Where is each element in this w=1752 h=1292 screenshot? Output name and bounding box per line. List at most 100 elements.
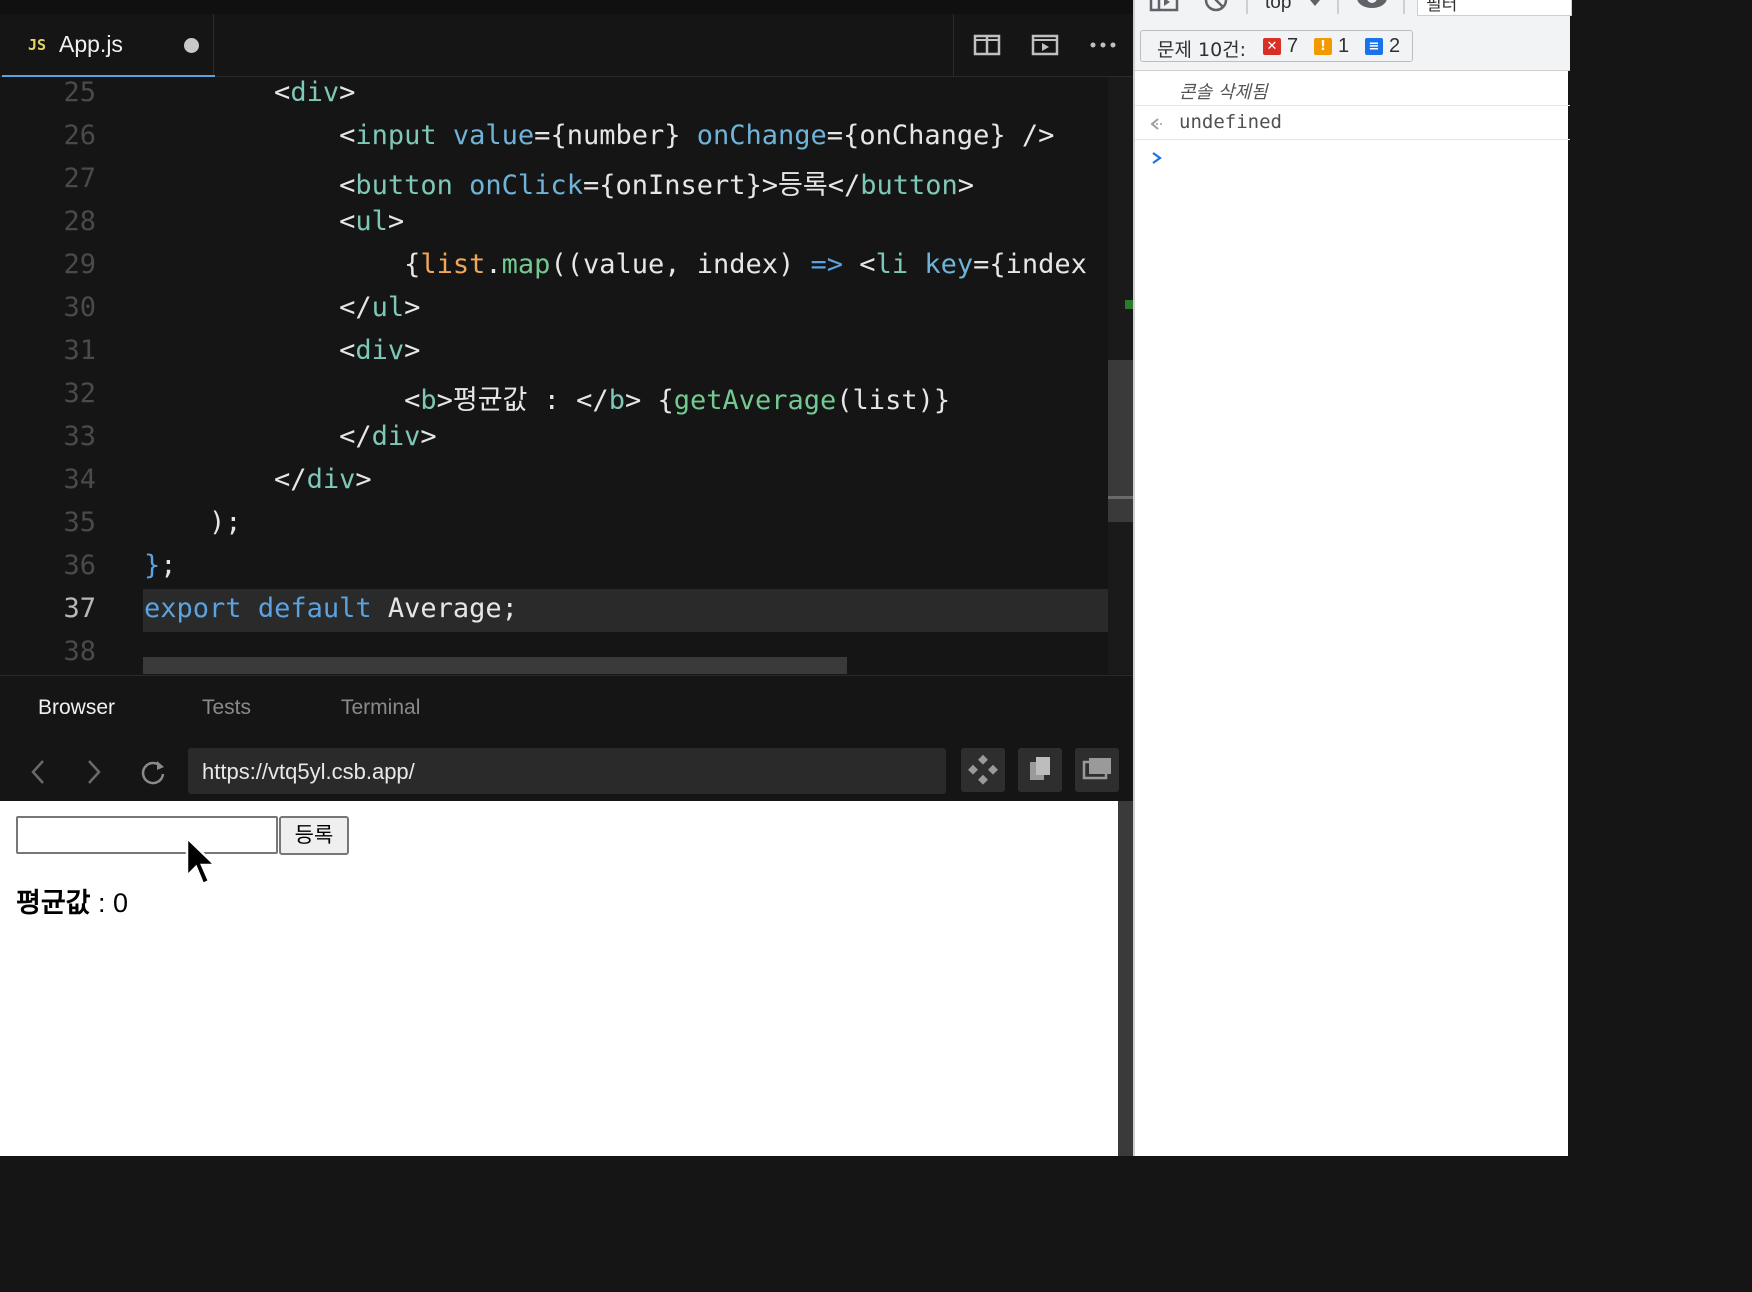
refresh-icon[interactable] bbox=[139, 758, 167, 786]
issues-button[interactable]: 문제 10건: ✕ 7 ! 1 ≡ 2 bbox=[1140, 30, 1413, 62]
console-cleared-row: 콘솔 삭제됨 bbox=[1135, 73, 1570, 106]
average-label: 평균값 bbox=[16, 888, 91, 919]
git-change-marker bbox=[1125, 300, 1133, 309]
split-editor-icon[interactable] bbox=[972, 32, 1002, 58]
average-text: 평균값 : 0 bbox=[16, 881, 128, 920]
devtools-toolbar: top 필터 문제 10건: ✕ 7 ! 1 ≡ 2 bbox=[1135, 0, 1572, 71]
info-count: 2 bbox=[1389, 35, 1401, 57]
code-line[interactable]: 28 <ul> bbox=[0, 202, 1108, 245]
url-text: https://vtq5yl.csb.app/ bbox=[202, 759, 415, 784]
code-text: {list.map((value, index) => <li key={ind… bbox=[404, 249, 1087, 280]
line-number: 31 bbox=[63, 335, 96, 366]
code-text: export default Average; bbox=[144, 593, 518, 624]
preview-icon[interactable] bbox=[1030, 32, 1060, 58]
line-number: 29 bbox=[63, 249, 96, 280]
code-text: </div> bbox=[274, 464, 372, 495]
new-window-icon bbox=[1082, 758, 1111, 780]
code-area[interactable]: 25 <div> 26 <input value={number} onChang… bbox=[0, 77, 1133, 674]
url-bar[interactable]: https://vtq5yl.csb.app/ bbox=[188, 748, 946, 794]
mouse-cursor-icon bbox=[185, 836, 219, 886]
console-cleared-text: 콘솔 삭제됨 bbox=[1179, 82, 1268, 103]
context-selector[interactable]: top bbox=[1265, 0, 1291, 14]
sidebar-toggle-icon[interactable] bbox=[1149, 0, 1179, 14]
bottom-panel: Browser Tests Terminal https://vtq5yl.cs… bbox=[0, 675, 1133, 801]
code-editor-window: JS App.js 25 <div> 26 <input value={numbe… bbox=[0, 0, 1133, 1156]
code-text: </ul> bbox=[339, 292, 421, 323]
warning-count: 1 bbox=[1338, 35, 1350, 57]
toolbar-divider bbox=[1246, 0, 1248, 14]
code-line[interactable]: 26 <input value={number} onChange={onCha… bbox=[0, 116, 1108, 159]
code-line[interactable]: 33 </div> bbox=[0, 417, 1108, 460]
line-number: 27 bbox=[63, 163, 96, 194]
copy-button[interactable] bbox=[1018, 748, 1062, 792]
code-line[interactable]: 29 {list.map((value, index) => <li key={… bbox=[0, 245, 1108, 288]
forward-icon[interactable] bbox=[84, 758, 104, 786]
clear-console-icon[interactable] bbox=[1203, 0, 1229, 14]
error-count: 7 bbox=[1287, 35, 1299, 57]
preview-scrollbar[interactable] bbox=[1118, 801, 1133, 1156]
unsaved-dot-icon[interactable] bbox=[184, 38, 199, 53]
register-button[interactable]: 등록 bbox=[279, 816, 349, 855]
code-text: <button onClick={onInsert}>등록</button> bbox=[339, 170, 975, 201]
line-number: 30 bbox=[63, 292, 96, 323]
filter-text: 필터 bbox=[1426, 0, 1458, 15]
line-number: 25 bbox=[63, 77, 96, 108]
code-text: <ul> bbox=[339, 206, 405, 237]
javascript-file-icon: JS bbox=[28, 36, 47, 54]
code-line[interactable]: 32 <b>평균값 : </b> {getAverage(list)} bbox=[0, 374, 1108, 417]
code-text: }; bbox=[144, 550, 177, 581]
line-number: 26 bbox=[63, 120, 96, 151]
error-icon: ✕ bbox=[1263, 38, 1281, 55]
chevron-down-icon bbox=[1310, 0, 1320, 6]
more-options-icon[interactable] bbox=[1088, 32, 1118, 58]
line-number: 34 bbox=[63, 464, 96, 495]
code-text: <b>평균값 : </b> {getAverage(list)} bbox=[404, 385, 951, 416]
code-text: </div> bbox=[339, 421, 437, 452]
eye-icon[interactable] bbox=[1355, 0, 1389, 12]
open-new-window-button[interactable] bbox=[1075, 748, 1119, 792]
code-line[interactable]: 34 </div> bbox=[0, 460, 1108, 503]
code-line[interactable]: 36}; bbox=[0, 546, 1108, 589]
filter-input[interactable]: 필터 bbox=[1417, 0, 1572, 16]
editor-horizontal-scrollbar[interactable] bbox=[143, 657, 847, 674]
copy-icon bbox=[1030, 757, 1050, 780]
warning-icon: ! bbox=[1314, 38, 1332, 55]
code-line[interactable]: 30 </ul> bbox=[0, 288, 1108, 331]
code-line[interactable]: 27 <button onClick={onInsert}>등록</button… bbox=[0, 159, 1108, 202]
code-line[interactable]: 31 <div> bbox=[0, 331, 1108, 374]
devtools-toggle-button[interactable] bbox=[961, 748, 1005, 792]
tab-tests[interactable]: Tests bbox=[202, 696, 251, 720]
code-text: ); bbox=[144, 507, 242, 538]
editor-tab-bar: JS App.js bbox=[0, 14, 1133, 77]
line-number: 35 bbox=[63, 507, 96, 538]
line-number: 36 bbox=[63, 550, 96, 581]
number-input[interactable] bbox=[16, 816, 278, 854]
average-value: : 0 bbox=[90, 888, 129, 918]
line-number: 37 bbox=[63, 593, 96, 624]
issues-label: 문제 10건: bbox=[1157, 39, 1247, 61]
toolbar-divider bbox=[1403, 0, 1405, 14]
editor-actions bbox=[953, 14, 1134, 76]
console-result-text: undefined bbox=[1179, 111, 1282, 133]
code-line[interactable]: 35 ); bbox=[0, 503, 1108, 546]
code-line[interactable]: 25 <div> bbox=[0, 77, 1108, 116]
tools-icon bbox=[968, 754, 998, 785]
tab-terminal[interactable]: Terminal bbox=[341, 696, 420, 720]
line-number: 28 bbox=[63, 206, 96, 237]
scroll-position-marker bbox=[1108, 496, 1133, 499]
line-number: 38 bbox=[63, 636, 96, 667]
top-strip bbox=[0, 0, 1133, 14]
devtools-pane: top 필터 문제 10건: ✕ 7 ! 1 ≡ 2 콘솔 삭제됨 undefi… bbox=[1133, 0, 1572, 1156]
browser-preview: 등록 평균값 : 0 bbox=[0, 801, 1118, 1156]
tab-browser[interactable]: Browser bbox=[38, 696, 115, 720]
line-number: 33 bbox=[63, 421, 96, 452]
code-line[interactable]: 37 export default Average; bbox=[0, 589, 1108, 632]
result-arrow-icon bbox=[1150, 118, 1162, 130]
code-text: <div> bbox=[274, 77, 356, 108]
tab-app-js[interactable]: JS App.js bbox=[2, 14, 215, 77]
code-text: <div> bbox=[339, 335, 421, 366]
tab-filename: App.js bbox=[59, 31, 123, 57]
info-icon: ≡ bbox=[1365, 38, 1383, 55]
console-prompt-icon[interactable] bbox=[1151, 151, 1163, 165]
back-icon[interactable] bbox=[28, 758, 48, 786]
